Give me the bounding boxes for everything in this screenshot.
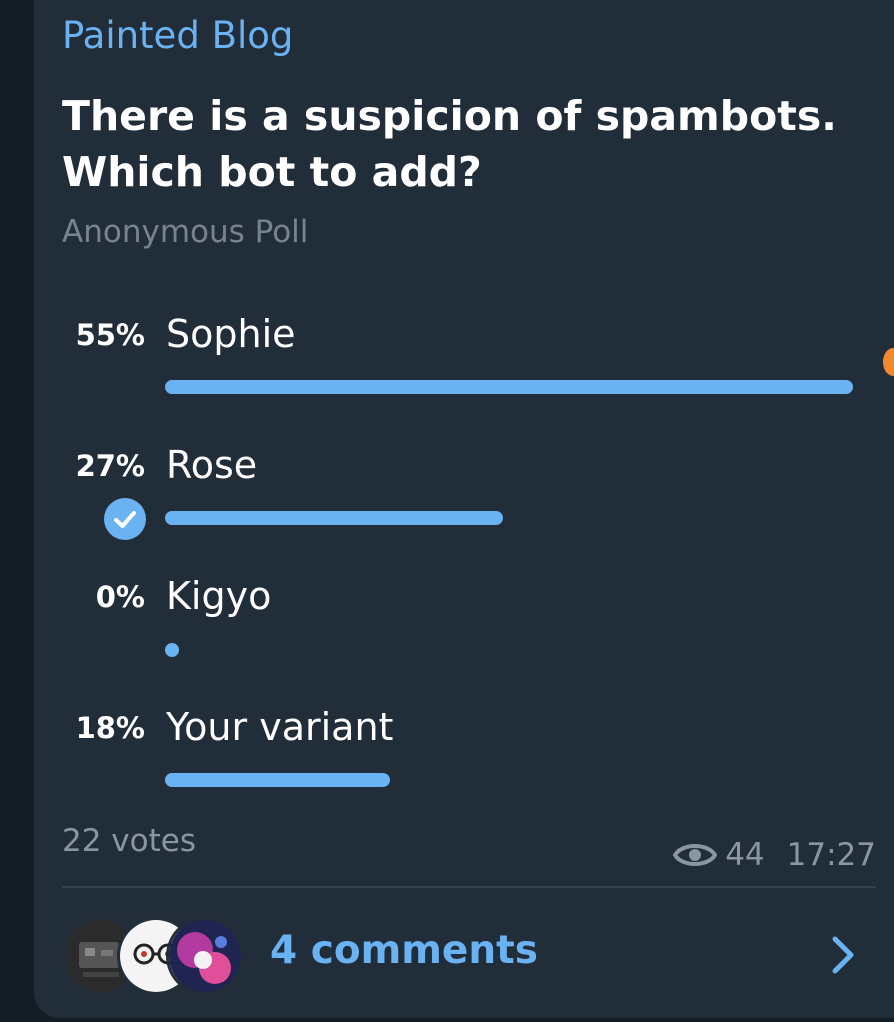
option-result-bar bbox=[165, 773, 390, 787]
option-label: Rose bbox=[166, 443, 258, 487]
option-label: Kigyo bbox=[166, 574, 272, 618]
option-percent: 18% bbox=[75, 711, 145, 745]
votes-count[interactable]: 22 votes bbox=[62, 823, 196, 859]
poll-question: There is a suspicion of spambots. Which … bbox=[62, 92, 837, 196]
divider bbox=[62, 886, 876, 888]
check-icon bbox=[104, 498, 146, 540]
option-result-bar bbox=[165, 643, 179, 657]
option-result-bar bbox=[165, 380, 853, 394]
option-percent: 27% bbox=[75, 449, 145, 483]
eye-icon bbox=[673, 844, 718, 866]
views-count: 44 bbox=[725, 837, 765, 873]
channel-name[interactable]: Painted Blog bbox=[62, 14, 293, 57]
poll-type-label: Anonymous Poll bbox=[62, 214, 309, 250]
option-label: Your variant bbox=[166, 705, 394, 749]
comments-link[interactable]: 4 comments bbox=[270, 928, 538, 973]
option-label: Sophie bbox=[166, 312, 296, 356]
commenter-avatar bbox=[166, 917, 244, 995]
option-percent: 55% bbox=[75, 318, 145, 352]
message-time: 17:27 bbox=[786, 837, 876, 873]
message-meta: 44 17:27 bbox=[673, 835, 876, 875]
option-percent: 0% bbox=[95, 580, 145, 614]
option-result-bar bbox=[165, 511, 503, 525]
chevron-right-icon[interactable] bbox=[828, 933, 858, 977]
